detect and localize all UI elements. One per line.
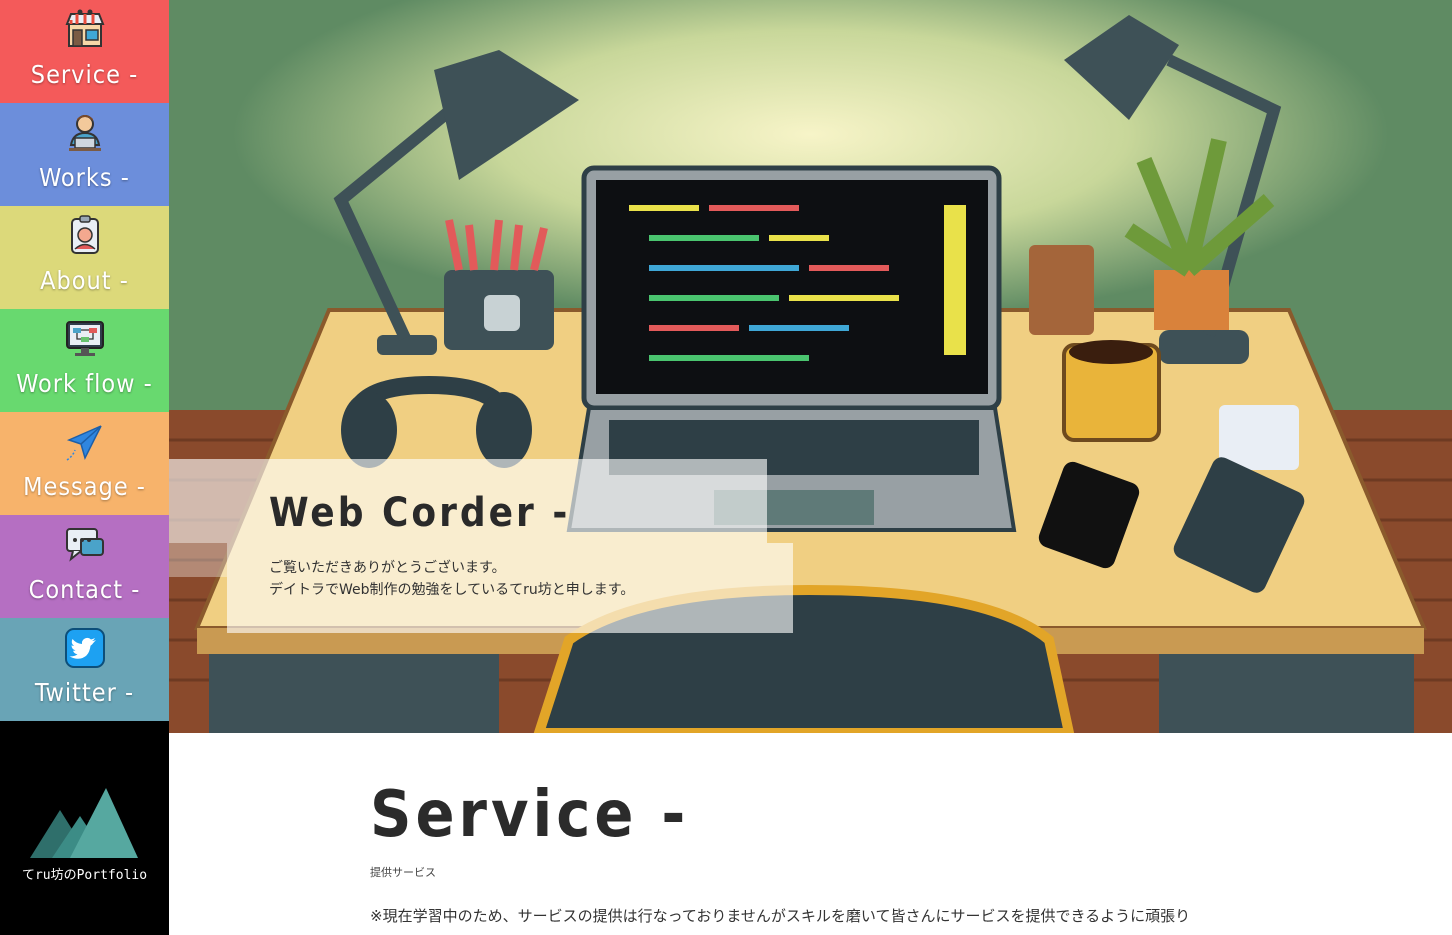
nav-item-twitter[interactable]: Twitter - (0, 618, 169, 721)
section-subtitle: 提供サービス (370, 866, 436, 879)
brand-block[interactable] (0, 722, 169, 935)
nav-item-contact[interactable]: Contact - (0, 515, 169, 618)
paper-plane-icon (66, 425, 102, 461)
brand-text[interactable]: てru坊のPortfolio (0, 864, 169, 883)
service-note: ※現在学習中のため、サービスの提供は行なっておりませんがスキルを磨いて皆さんにサ… (370, 907, 1191, 925)
nav-item-about[interactable]: About - (0, 206, 169, 309)
nav-label-about: About - (40, 266, 129, 295)
nav-item-works[interactable]: Works - (0, 103, 169, 206)
hero-intro-card (169, 459, 793, 633)
flowchart-icon (65, 321, 104, 356)
hero-title: Web Corder - (269, 490, 571, 536)
nav-label-works: Works - (39, 163, 130, 192)
nav-item-service[interactable]: Service - (0, 0, 169, 103)
person-at-laptop-icon (68, 115, 101, 151)
sidebar-nav: Service - Works - About - Work flow - Me… (0, 0, 169, 935)
hero-card-notch (169, 543, 227, 577)
id-badge-icon (70, 215, 99, 254)
nav-label-work-flow: Work flow - (16, 369, 153, 398)
section-title: Service - (370, 778, 690, 852)
nav-label-twitter: Twitter - (34, 678, 135, 707)
twitter-bird-icon (64, 628, 105, 668)
chat-bubble-icon (65, 528, 104, 562)
nav-label-message: Message - (23, 472, 146, 501)
hero-greeting-line: ご覧いただきありがとうございます。 (269, 560, 506, 576)
shop-icon (65, 9, 104, 47)
nav-item-work-flow[interactable]: Work flow - (0, 309, 169, 412)
nav-item-message[interactable]: Message - (0, 412, 169, 515)
nav-label-contact: Contact - (28, 575, 141, 604)
nav-label-service: Service - (30, 60, 139, 89)
hero-intro-line: デイトラでWeb制作の勉強をしているてru坊と申します。 (269, 582, 635, 598)
hero-section: Web Corder - ご覧いただきありがとうございます。 デイトラでWeb制… (169, 0, 1452, 733)
